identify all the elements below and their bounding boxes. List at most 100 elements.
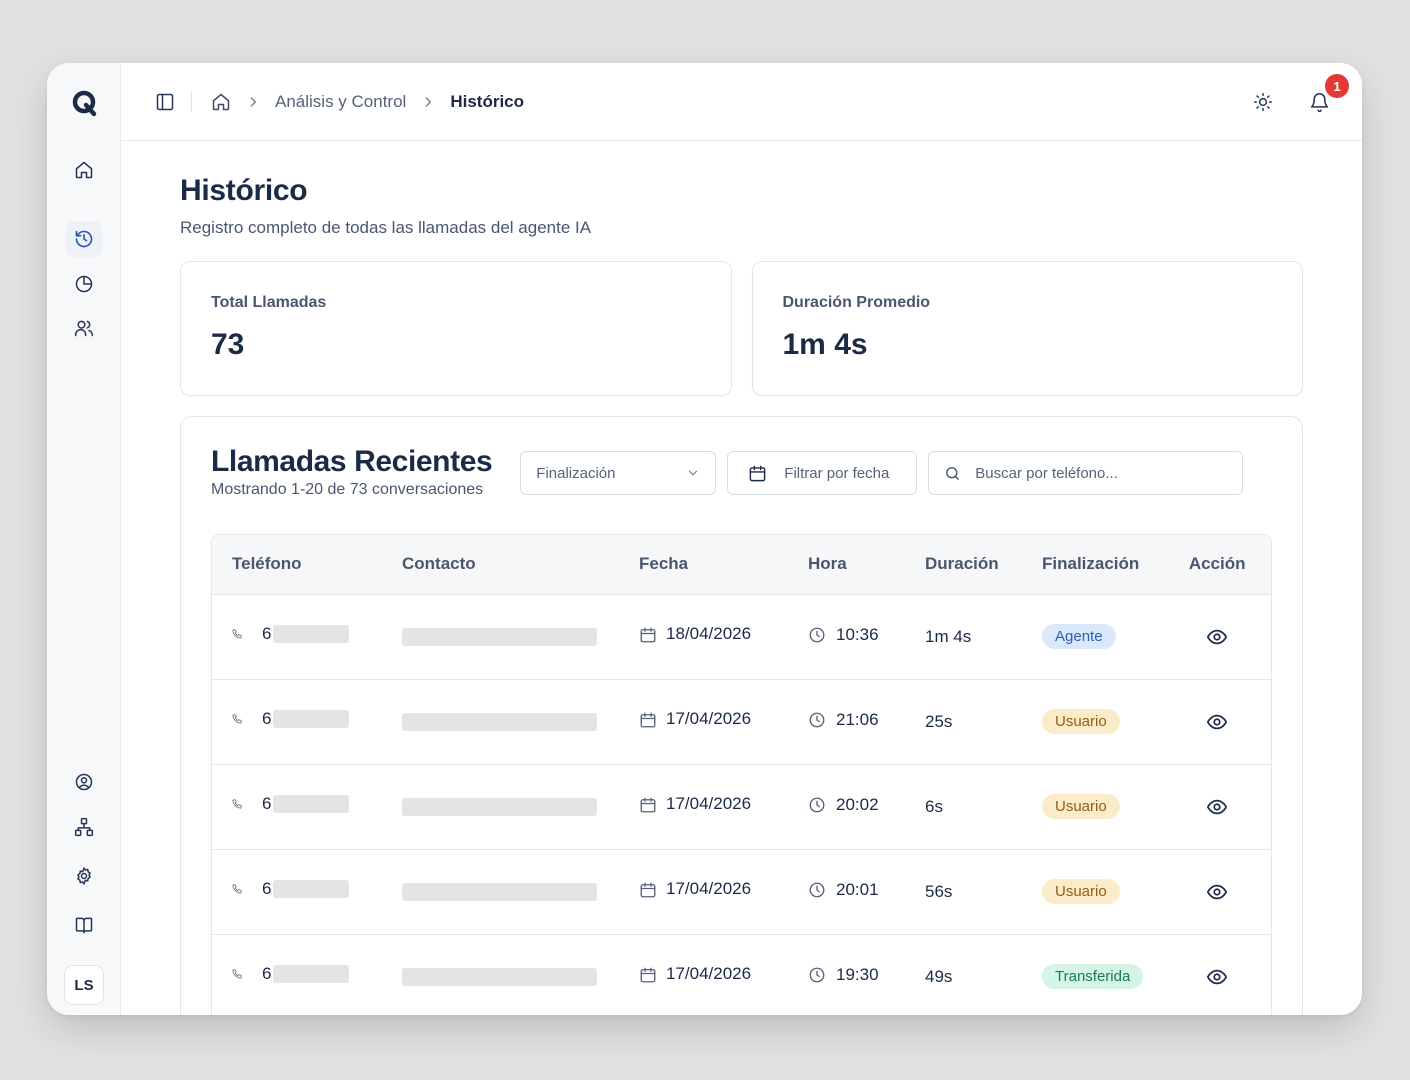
q-logo-icon[interactable] <box>68 87 100 119</box>
table-row[interactable]: 6 18/04/2026 10:36 1m 4s Agente <box>212 594 1271 679</box>
phone-number: 6 <box>262 794 272 813</box>
bell-icon <box>1310 92 1328 112</box>
col-contact[interactable]: Contacto <box>382 535 619 595</box>
calendar-icon <box>639 966 656 983</box>
cell-action <box>1163 934 1271 1015</box>
col-time[interactable]: Hora <box>788 535 905 595</box>
redacted-phone <box>273 795 350 813</box>
view-button[interactable] <box>1183 966 1251 988</box>
sidebar-toggle-button[interactable] <box>153 90 177 114</box>
sidebar-item-profile[interactable] <box>66 764 102 800</box>
call-time: 19:30 <box>836 964 879 984</box>
chevron-down-icon <box>689 470 698 476</box>
clock-icon <box>808 966 826 984</box>
call-date: 18/04/2026 <box>666 624 752 644</box>
table-row[interactable]: 6 17/04/2026 19:30 49s Transferida <box>212 934 1271 1015</box>
col-duration[interactable]: Duración <box>905 535 1022 595</box>
sidebar-item-analytics[interactable] <box>66 266 102 302</box>
sidebar-item-organization[interactable] <box>66 809 102 845</box>
cell-phone: 6 <box>212 764 382 849</box>
phone-search-input[interactable]: Buscar por teléfono... <box>928 451 1244 495</box>
redacted-contact <box>402 883 597 902</box>
call-time: 21:06 <box>836 709 879 729</box>
sun-icon <box>1253 92 1273 112</box>
stat-label: Total Llamadas <box>211 294 327 311</box>
stat-card-total-calls: Total Llamadas 73 <box>180 261 732 396</box>
view-button[interactable] <box>1183 626 1251 648</box>
cell-action <box>1163 764 1271 849</box>
redacted-phone <box>273 880 350 898</box>
sidebar-item-settings[interactable] <box>66 858 102 894</box>
sidebar-item-users[interactable] <box>66 310 102 346</box>
topbar: Análisis y Control Histórico 1 <box>121 63 1362 141</box>
cell-end-type: Transferida <box>1022 934 1163 1015</box>
notifications-button[interactable]: 1 <box>1306 74 1349 115</box>
calendar-icon <box>639 881 656 898</box>
view-button[interactable] <box>1183 881 1251 903</box>
clock-icon <box>808 626 826 644</box>
select-value: Finalización <box>536 464 616 482</box>
end-type-badge: Usuario <box>1042 709 1120 734</box>
date-filter-button[interactable]: Filtrar por fecha <box>727 451 918 495</box>
sidebar-item-home[interactable] <box>66 152 102 188</box>
sidebar-item-docs[interactable] <box>66 907 102 943</box>
sidebar-item-history[interactable] <box>66 221 102 257</box>
table-row[interactable]: 6 17/04/2026 21:06 25s Usuario <box>212 679 1271 764</box>
pie-chart-icon <box>75 275 93 293</box>
calls-table: Teléfono Contacto Fecha Hora Duración Fi… <box>211 534 1272 1015</box>
phone-icon <box>232 709 252 729</box>
cell-action <box>1163 849 1271 934</box>
end-type-select[interactable]: Finalización <box>520 451 717 495</box>
col-action: Acción <box>1163 535 1271 595</box>
phone-number: 6 <box>262 709 272 728</box>
panel-subtitle: Mostrando 1-20 de 73 conversaciones <box>211 481 484 498</box>
panel-left-icon <box>156 93 174 110</box>
stats-row: Total Llamadas 73 Duración Promedio 1m 4… <box>180 261 1303 396</box>
redacted-contact <box>402 628 597 647</box>
breadcrumb-current: Histórico <box>450 91 525 111</box>
chevron-right-icon <box>420 94 436 110</box>
call-date: 17/04/2026 <box>666 879 752 899</box>
table-row[interactable]: 6 17/04/2026 20:02 6s Usuario <box>212 764 1271 849</box>
view-button[interactable] <box>1183 711 1251 733</box>
theme-toggle-button[interactable] <box>1250 89 1276 115</box>
cell-contact <box>382 764 619 849</box>
page-content: Histórico Registro completo de todas las… <box>121 174 1362 1015</box>
breadcrumb-parent[interactable]: Análisis y Control <box>275 92 406 112</box>
user-avatar[interactable]: LS <box>64 965 104 1005</box>
cell-duration: 6s <box>925 796 943 816</box>
cell-end-type: Usuario <box>1022 764 1163 849</box>
network-icon <box>74 817 94 837</box>
cell-contact <box>382 594 619 679</box>
cell-phone: 6 <box>212 934 382 1015</box>
cell-time: 21:06 <box>788 679 905 764</box>
call-time: 20:01 <box>836 879 879 899</box>
calendar-icon <box>639 626 656 643</box>
redacted-contact <box>402 798 597 817</box>
breadcrumb-home-icon[interactable] <box>211 92 231 112</box>
clock-icon <box>808 881 826 899</box>
call-time: 10:36 <box>836 624 879 644</box>
phone-number: 6 <box>262 624 272 643</box>
call-date: 17/04/2026 <box>666 794 752 814</box>
eye-icon <box>1206 626 1228 648</box>
phone-icon <box>232 624 252 644</box>
cell-contact <box>382 849 619 934</box>
col-phone[interactable]: Teléfono <box>212 535 382 595</box>
cell-date: 17/04/2026 <box>619 934 788 1015</box>
eye-icon <box>1206 796 1228 818</box>
view-button[interactable] <box>1183 796 1251 818</box>
phone-icon <box>232 964 252 984</box>
filters: Finalización Filtrar por fecha Buscar po… <box>520 451 1244 495</box>
settings-icon <box>77 867 91 885</box>
table-row[interactable]: 6 17/04/2026 20:01 56s Usuario <box>212 849 1271 934</box>
cell-duration: 49s <box>925 966 953 986</box>
stat-card-avg-duration: Duración Promedio 1m 4s <box>751 261 1303 396</box>
stat-value: 73 <box>211 328 245 361</box>
cell-action <box>1163 594 1271 679</box>
col-date[interactable]: Fecha <box>619 535 788 595</box>
user-circle-icon <box>75 773 93 791</box>
col-end-type[interactable]: Finalización <box>1022 535 1164 595</box>
cell-date: 17/04/2026 <box>619 764 788 849</box>
cell-phone: 6 <box>212 679 382 764</box>
